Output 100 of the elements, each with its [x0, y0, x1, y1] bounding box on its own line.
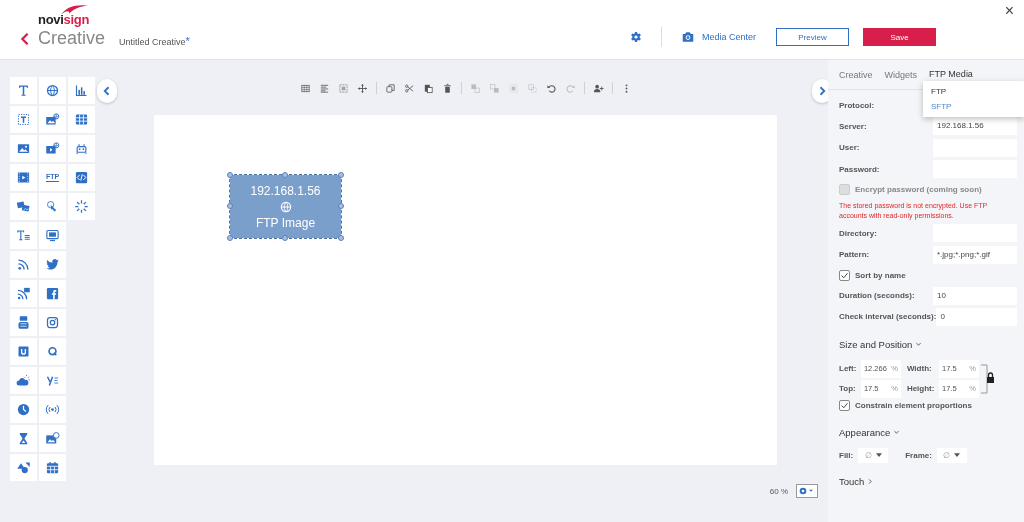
add-user-tool[interactable] — [592, 82, 604, 94]
settings-icon[interactable] — [629, 31, 642, 43]
undo-tool[interactable] — [545, 82, 557, 94]
robot-icon — [74, 141, 89, 156]
globe-icon — [278, 199, 293, 214]
input-field[interactable]: 10 — [933, 286, 1017, 305]
input-field[interactable]: 0 — [936, 307, 1017, 326]
field-label: Duration (seconds): — [839, 291, 915, 300]
bar-chart-icon — [74, 83, 89, 98]
section-header[interactable]: Touch — [839, 475, 1017, 487]
field-label: Frame: — [905, 450, 932, 460]
widget-button[interactable] — [68, 164, 95, 191]
gear-caret-icon — [799, 487, 815, 495]
widget-button[interactable] — [68, 193, 95, 220]
page-title: Creative — [38, 28, 106, 49]
widget-button[interactable] — [39, 77, 66, 104]
widget-button[interactable] — [10, 77, 37, 104]
widget-button[interactable] — [10, 425, 37, 452]
widget-button[interactable] — [39, 425, 66, 452]
widget-button[interactable] — [10, 222, 37, 249]
collapse-button[interactable] — [97, 79, 117, 103]
widget-button[interactable] — [39, 309, 66, 336]
grid-tool[interactable] — [299, 82, 311, 94]
resize-handle[interactable] — [227, 172, 233, 178]
widget-button[interactable] — [10, 251, 37, 278]
move-icon — [356, 82, 368, 94]
widget-button[interactable] — [10, 193, 37, 220]
panel-tab[interactable]: Creative — [839, 59, 873, 90]
menu-option[interactable]: SFTP — [923, 99, 1024, 114]
close-button[interactable]: × — [1004, 2, 1014, 20]
widget-button[interactable] — [10, 164, 37, 191]
camera-icon — [680, 30, 695, 44]
trash-tool[interactable] — [441, 82, 453, 94]
checkbox-label: Constrain element proportions — [855, 401, 972, 411]
table-icon — [74, 112, 89, 127]
broadcast-icon — [45, 402, 60, 417]
field-label: Left: — [839, 364, 857, 374]
widget-button[interactable] — [39, 280, 66, 307]
layer-back-icon — [526, 82, 538, 94]
media-center-link[interactable]: Media Center — [680, 30, 756, 44]
panel-tab[interactable]: Widgets — [884, 59, 918, 90]
widget-button[interactable] — [39, 251, 66, 278]
field-label: Top: — [839, 384, 856, 394]
widget-button[interactable] — [10, 280, 37, 307]
widget-button[interactable] — [39, 396, 66, 423]
zoom-button[interactable] — [796, 484, 818, 498]
scissors-tool[interactable] — [403, 82, 415, 94]
save-button[interactable]: Save — [863, 28, 936, 46]
widget-button[interactable] — [39, 106, 66, 133]
spinner-icon — [74, 199, 89, 214]
field-label: Fill: — [839, 450, 854, 460]
widget-button[interactable] — [10, 454, 37, 481]
widget-button[interactable] — [10, 135, 37, 162]
widget-button[interactable] — [10, 367, 37, 394]
input-field[interactable]: *.jpg;*.png;*.gif — [933, 245, 1017, 264]
widget-button[interactable] — [10, 338, 37, 365]
widget-button[interactable] — [39, 367, 66, 394]
section-header[interactable]: Appearance — [839, 426, 1017, 438]
resize-handle[interactable] — [227, 203, 233, 209]
widget-button[interactable] — [39, 193, 66, 220]
widget-button[interactable] — [39, 454, 66, 481]
widget-button[interactable] — [68, 106, 95, 133]
element-server: 192.168.1.56 — [250, 183, 321, 198]
align-left-tool[interactable] — [318, 82, 330, 94]
paste-icon — [422, 82, 434, 94]
widget-button[interactable] — [39, 222, 66, 249]
resize-handle[interactable] — [338, 235, 344, 241]
preview-button[interactable]: Preview — [776, 28, 849, 46]
widget-button[interactable] — [39, 135, 66, 162]
section-header[interactable]: Size and Position — [839, 338, 1017, 350]
widget-button[interactable] — [10, 309, 37, 336]
checkbox[interactable] — [839, 400, 850, 412]
widget-button[interactable] — [39, 338, 66, 365]
resize-handle[interactable] — [338, 172, 344, 178]
chevron-left-icon — [20, 31, 30, 46]
field-label: Width: — [906, 364, 932, 374]
resize-handle[interactable] — [227, 235, 233, 241]
widget-button[interactable] — [10, 106, 37, 133]
resize-handle[interactable] — [282, 235, 288, 241]
input-field[interactable]: 192.168.1.56 — [933, 117, 1017, 136]
widget-button[interactable] — [10, 396, 37, 423]
widget-button[interactable] — [68, 77, 95, 104]
select-frame-icon — [337, 82, 349, 94]
chevron-left-icon — [103, 85, 111, 97]
paste-tool[interactable] — [422, 82, 434, 94]
layer-front-icon — [469, 82, 481, 94]
copy-tool[interactable] — [384, 82, 396, 94]
lock-icon[interactable] — [981, 363, 995, 394]
field-label: Height: — [906, 384, 935, 394]
widget-button[interactable] — [68, 135, 95, 162]
image-icon — [16, 141, 31, 156]
film-icon — [16, 170, 31, 185]
move-tool[interactable] — [356, 82, 368, 94]
resize-handle[interactable] — [338, 203, 344, 209]
checkbox[interactable] — [839, 269, 850, 281]
photos-icon — [16, 199, 31, 214]
layer-backward-icon — [507, 82, 519, 94]
text-icon — [16, 83, 31, 98]
field-label: User: — [839, 143, 860, 153]
resize-handle[interactable] — [282, 172, 288, 178]
